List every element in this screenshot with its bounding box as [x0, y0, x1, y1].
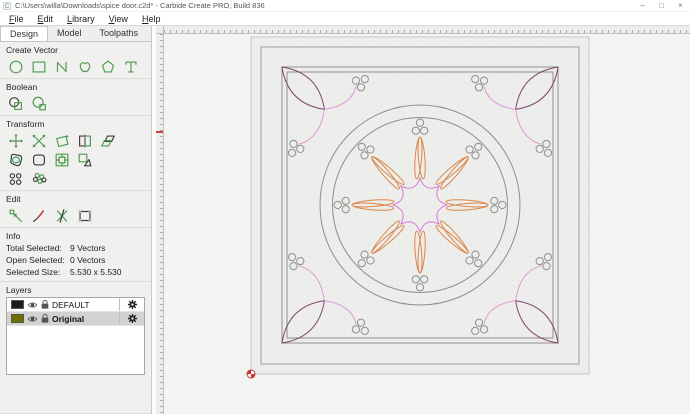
layer-settings-gear-icon[interactable] — [119, 312, 144, 325]
circular-array-tool[interactable] — [29, 169, 48, 188]
layer-row-default[interactable]: DEFAULT — [7, 298, 144, 312]
group-label: Boolean — [6, 82, 145, 92]
curve-tool[interactable] — [75, 57, 94, 76]
layer-lock-icon[interactable] — [40, 299, 50, 310]
origin-marker — [247, 370, 255, 378]
layers-section: Layers DEFAULT Original — [0, 282, 151, 414]
app-icon: C — [3, 2, 11, 10]
text-tool[interactable] — [121, 57, 140, 76]
trace-tool[interactable] — [75, 150, 94, 169]
skew-tool[interactable] — [98, 131, 117, 150]
scale-tool[interactable] — [29, 131, 48, 150]
move-tool[interactable] — [6, 131, 25, 150]
menu-library[interactable]: Library — [60, 14, 102, 24]
circle-tool[interactable] — [6, 57, 25, 76]
info-row-value: 5.530 x 5.530 — [70, 267, 122, 277]
menu-edit[interactable]: Edit — [31, 14, 61, 24]
info-section: Info Total Selected:9 VectorsOpen Select… — [0, 228, 151, 282]
offset-tool[interactable] — [6, 150, 25, 169]
info-row: Selected Size:5.530 x 5.530 — [6, 267, 145, 277]
window-controls: – □ × — [633, 0, 690, 11]
linear-array-tool[interactable] — [6, 169, 25, 188]
layer-visibility-icon[interactable] — [27, 300, 38, 310]
polygon-tool[interactable] — [98, 57, 117, 76]
maximize-button[interactable]: □ — [652, 0, 671, 11]
info-row-label: Open Selected: — [6, 255, 70, 265]
tool-groups: Create Vector Boolean Transform Edit — [0, 42, 151, 228]
minimize-button[interactable]: – — [633, 0, 652, 11]
title-bar: C C:\Users\willa\Downloads\spice door.c2… — [0, 0, 690, 12]
ruler-position-indicator — [156, 131, 163, 133]
layers-label: Layers — [6, 285, 145, 295]
polyline-tool[interactable] — [52, 57, 71, 76]
layer-color-swatch[interactable] — [11, 300, 24, 309]
info-label: Info — [6, 231, 145, 241]
boolean-subtract-tool[interactable] — [29, 94, 48, 113]
rectangle-tool[interactable] — [29, 57, 48, 76]
info-row: Total Selected:9 Vectors — [6, 243, 145, 253]
ruler-corner — [156, 26, 164, 34]
split-vector-tool[interactable] — [52, 206, 71, 225]
layer-name: Original — [52, 314, 119, 324]
tab-strip: DesignModelToolpaths — [0, 26, 151, 42]
group-label: Edit — [6, 194, 145, 204]
grid-overlay — [251, 37, 589, 374]
menu-file[interactable]: File — [2, 14, 31, 24]
trim-tool[interactable] — [29, 206, 48, 225]
tab-design[interactable]: Design — [0, 26, 48, 41]
menu-bar: FileEditLibraryViewHelp — [0, 12, 690, 26]
main-area: DesignModelToolpaths Create Vector Boolea… — [0, 26, 690, 414]
info-row-label: Selected Size: — [6, 267, 70, 277]
layer-row-original[interactable]: Original — [7, 312, 144, 326]
rotate-tool[interactable] — [52, 131, 71, 150]
boolean-union-tool[interactable] — [6, 94, 25, 113]
info-row-label: Total Selected: — [6, 243, 70, 253]
group-label: Create Vector — [6, 45, 145, 55]
layer-visibility-icon[interactable] — [27, 314, 38, 324]
layer-color-swatch[interactable] — [11, 314, 24, 323]
layer-name: DEFAULT — [52, 300, 119, 310]
mirror-tool[interactable] — [75, 131, 94, 150]
window-title: C:\Users\willa\Downloads\spice door.c2d*… — [15, 1, 633, 10]
close-button[interactable]: × — [671, 0, 690, 11]
group-create-vector: Create Vector — [0, 42, 151, 79]
layers-list: DEFAULT Original — [6, 297, 145, 375]
horizontal-ruler — [164, 26, 690, 34]
info-row-value: 0 Vectors — [70, 255, 105, 265]
tab-toolpaths[interactable]: Toolpaths — [91, 26, 148, 41]
group-label: Transform — [6, 119, 145, 129]
menu-help[interactable]: Help — [135, 14, 168, 24]
tab-model[interactable]: Model — [48, 26, 91, 41]
tool-panel: DesignModelToolpaths Create Vector Boolea… — [0, 26, 152, 414]
info-row: Open Selected:0 Vectors — [6, 255, 145, 265]
menu-view[interactable]: View — [102, 14, 135, 24]
vertical-ruler — [156, 34, 164, 414]
canvas-region — [156, 26, 690, 414]
layer-settings-gear-icon[interactable] — [119, 298, 144, 311]
group-transform: Transform — [0, 116, 151, 191]
group-boolean: Boolean — [0, 79, 151, 116]
info-row-value: 9 Vectors — [70, 243, 105, 253]
design-canvas[interactable] — [164, 34, 689, 414]
resize-tool[interactable] — [75, 206, 94, 225]
node-edit-tool[interactable] — [6, 206, 25, 225]
layer-lock-icon[interactable] — [40, 313, 50, 324]
nest-tool[interactable] — [52, 150, 71, 169]
fillet-tool[interactable] — [29, 150, 48, 169]
group-edit: Edit — [0, 191, 151, 228]
